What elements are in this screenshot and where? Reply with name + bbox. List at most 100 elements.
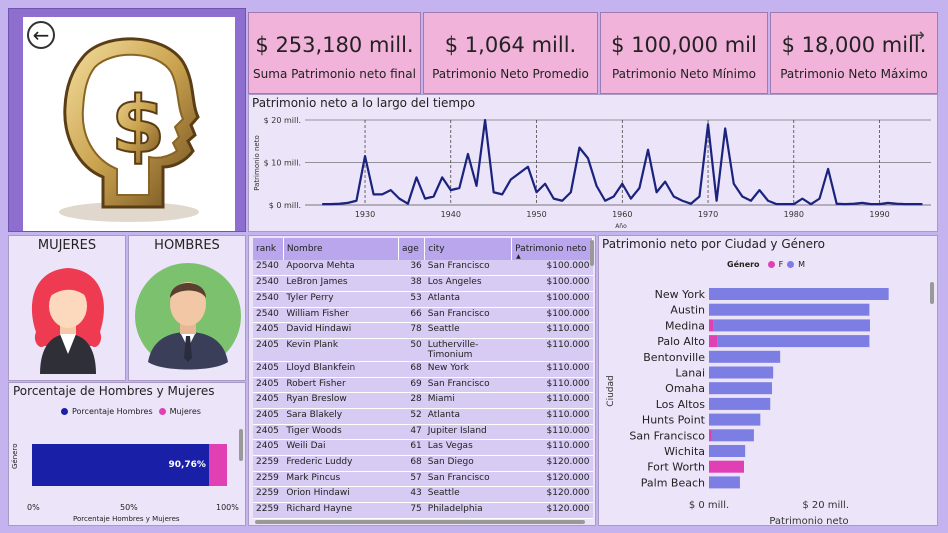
category-label: Palm Beach <box>641 476 705 489</box>
table-row[interactable]: 2540 LeBron James 38 Los Angeles $100.000 <box>253 275 593 292</box>
cell-city: San Francisco <box>424 260 512 277</box>
x-tick-label: $ 20 mill. <box>802 500 849 511</box>
cell-name: Kevin Plank <box>283 338 399 362</box>
women-label: MUJERES <box>37 238 97 253</box>
table-row[interactable]: 2405 David Hindawi 78 Seattle $110.000 <box>253 322 593 339</box>
cell-age: 75 <box>398 502 425 519</box>
cell-networth: $100.000 <box>511 307 593 324</box>
column-header-name[interactable]: Nombre <box>283 238 400 260</box>
cell-city: New York <box>424 361 512 378</box>
bar-m <box>709 303 870 316</box>
bar-m <box>713 319 870 332</box>
cell-rank: 2405 <box>253 424 284 441</box>
kpi-card-maximum: $ 18,000 mill. Patrimonio Neto Máximo → <box>770 12 938 94</box>
cell-networth: $110.000 <box>511 361 593 378</box>
bar-m <box>709 397 771 410</box>
cell-city: Atlanta <box>424 291 512 308</box>
table-row[interactable]: 2405 Ryan Breslow 28 Miami $110.000 <box>253 392 593 409</box>
table-row[interactable]: 2540 William Fisher 66 San Francisco $100.00… <box>253 307 593 324</box>
legend-women-label: Mujeres <box>169 407 201 416</box>
table-row[interactable]: 2259 Orion Hindawi 43 Seattle $120.000 <box>253 486 593 504</box>
cell-name: David Hindawi <box>283 322 399 339</box>
kpi-value: $ 1,064 mill. <box>444 33 577 57</box>
legend-men-label: Porcentaje Hombres <box>72 407 153 416</box>
table-row[interactable]: 2405 Kevin Plank 50 Lutherville-Timonium $11… <box>253 338 593 362</box>
table-row[interactable]: 2540 Tyler Perry 53 Atlanta $100.000 <box>253 291 593 308</box>
category-label: New York <box>655 288 706 301</box>
men-label: HOMBRES <box>154 238 220 253</box>
cell-name: LeBron James <box>283 275 399 292</box>
kpi-card-total: $ 253,180 mill. Suma Patrimonio neto fin… <box>248 12 421 94</box>
y-axis-label: Ciudad <box>606 375 616 406</box>
man-avatar-icon <box>135 263 241 370</box>
cell-age: 53 <box>398 291 425 308</box>
cell-age: 68 <box>398 361 425 378</box>
cell-city: Philadelphia <box>424 502 512 519</box>
woman-avatar-icon <box>31 268 105 374</box>
back-arrow-icon[interactable]: ← <box>27 21 55 49</box>
cell-networth: $120.000 <box>511 455 593 472</box>
cell-rank: 2540 <box>253 275 284 292</box>
x-tick: 0% <box>27 503 40 512</box>
cell-rank: 2405 <box>253 338 284 362</box>
category-label: Omaha <box>665 382 705 395</box>
x-tick-label: 1980 <box>784 210 804 219</box>
bar-value-label: 90,76% <box>168 460 206 470</box>
table-row[interactable]: 2405 Weili Dai 61 Las Vegas $110.000 <box>253 439 593 457</box>
kpi-card-average: $ 1,064 mill. Patrimonio Neto Promedio <box>423 12 598 94</box>
cell-networth: $110.000 <box>511 322 593 339</box>
cell-name: Tyler Perry <box>283 291 399 308</box>
bar-f <box>709 319 714 332</box>
forward-arrow-icon[interactable]: → <box>910 25 925 46</box>
table-row[interactable]: 2259 Frederic Luddy 68 San Diego $120.000 <box>253 455 593 472</box>
cell-age: 38 <box>398 275 425 292</box>
y-tick-label: $ 0 mill. <box>269 201 301 210</box>
kpi-label: Patrimonio Neto Máximo <box>780 67 928 81</box>
column-header-rank[interactable]: rank <box>253 238 284 260</box>
cell-networth: $120.000 <box>511 471 593 488</box>
table-row[interactable]: 2405 Lloyd Blankfein 68 New York $110.000 <box>253 361 593 378</box>
x-tick-label: $ 0 mill. <box>689 500 729 511</box>
cell-rank: 2540 <box>253 307 284 324</box>
scrollbar[interactable] <box>930 282 934 304</box>
cell-name: Apoorva Mehta <box>283 260 399 277</box>
gender-percentage-chart: Porcentaje de Hombres y Mujeres Porcenta… <box>8 382 246 526</box>
cell-name: Sara Blakely <box>283 408 399 425</box>
table-horizontal-scrollbar[interactable] <box>255 520 585 524</box>
cell-rank: 2405 <box>253 408 284 425</box>
data-table: rank Nombre age city Patrimonio neto ▲ 25… <box>253 238 593 519</box>
cell-city: Seattle <box>424 322 512 339</box>
kpi-label: Patrimonio Neto Mínimo <box>611 67 757 81</box>
cell-age: 28 <box>398 392 425 409</box>
cell-rank: 2405 <box>253 361 284 378</box>
table-row[interactable]: 2259 Richard Hayne 75 Philadelphia $120.000 <box>253 502 593 519</box>
cell-city: San Francisco <box>424 377 512 394</box>
kpi-value: $ 253,180 mill. <box>255 33 414 57</box>
table-row[interactable]: 2405 Sara Blakely 52 Atlanta $110.000 <box>253 408 593 425</box>
scrollbar[interactable] <box>239 429 243 461</box>
column-header-age[interactable]: age <box>398 238 426 260</box>
category-label: Wichita <box>664 445 705 458</box>
category-label: Palo Alto <box>657 335 705 348</box>
column-header-networth[interactable]: Patrimonio neto ▲ <box>511 238 593 260</box>
column-header-city[interactable]: city <box>424 238 513 260</box>
cell-networth: $110.000 <box>511 408 593 425</box>
cell-age: 69 <box>398 377 425 394</box>
cell-age: 61 <box>398 439 425 457</box>
cell-city: San Francisco <box>424 307 512 324</box>
line-chart-svg: $ 20 mill. $ 10 mill. $ 0 mill. 1930 1940 195… <box>253 116 931 230</box>
table-row[interactable]: 2405 Robert Fisher 69 San Francisco $110.000 <box>253 377 593 394</box>
bar-m <box>709 366 774 379</box>
cell-city: Atlanta <box>424 408 512 425</box>
table-row[interactable]: 2540 Apoorva Mehta 36 San Francisco $100.000 <box>253 260 593 277</box>
table-vertical-scrollbar[interactable] <box>590 240 594 266</box>
bar-chart-svg: New York Austin Medina Palo Alto Bentonville… <box>606 288 889 527</box>
table-row[interactable]: 2259 Mark Pincus 57 San Francisco $120.000 <box>253 471 593 488</box>
cell-name: Lloyd Blankfein <box>283 361 399 378</box>
bar-m <box>709 350 781 363</box>
kpi-card-minimum: $ 100,000 mil Patrimonio Neto Mínimo <box>600 12 768 94</box>
y-axis-label: Patrimonio neto <box>253 135 261 191</box>
cell-city: Miami <box>424 392 512 409</box>
money-head-icon: $ <box>59 37 200 222</box>
table-row[interactable]: 2405 Tiger Woods 47 Jupiter Island $110.000 <box>253 424 593 441</box>
